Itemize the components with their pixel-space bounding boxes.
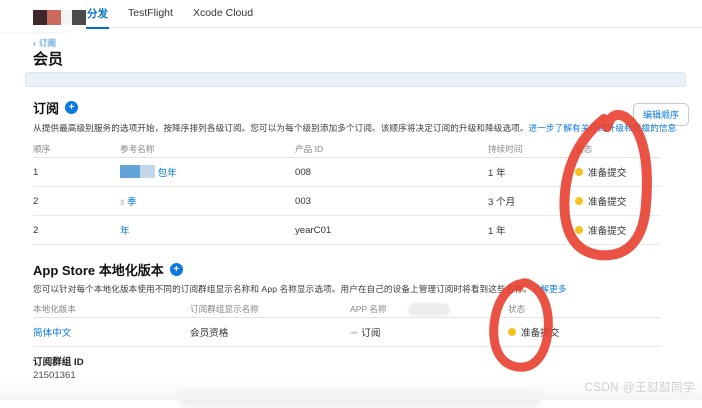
status-badge: 准备提交 — [575, 194, 661, 208]
col-display-name: 订阅群组显示名称 — [190, 303, 350, 315]
status-badge: 准备提交 — [575, 165, 661, 179]
col-localization: 本地化版本 — [33, 303, 190, 315]
product-id-value: yearC01 — [295, 225, 488, 236]
app-logo-redacted — [33, 10, 86, 25]
status-text: 准备提交 — [588, 223, 626, 237]
logo-block — [33, 10, 47, 25]
duration-value: 1 年 — [488, 165, 575, 179]
col-status: 状态 — [575, 143, 661, 155]
subscription-link[interactable]: 年 — [120, 226, 130, 237]
add-localization-button[interactable]: + — [170, 263, 183, 276]
localizations-section-heading: App Store 本地化版本 + — [33, 260, 183, 279]
tab-distribution[interactable]: 分发 — [86, 0, 109, 29]
redaction-blob — [408, 303, 450, 316]
tab-xcode-cloud[interactable]: Xcode Cloud — [192, 0, 254, 27]
col-product-id: 产品 ID — [295, 143, 488, 155]
subscriptions-section-heading: 订阅 + — [33, 98, 78, 117]
redaction-fragment: ᆂ — [350, 328, 358, 338]
localizations-description: 您可以针对每个本地化版本使用不同的订阅群组显示名称和 App 名称显示选项。用户… — [33, 283, 567, 295]
group-id-label: 订阅群组 ID — [33, 354, 84, 368]
product-id-value: 008 — [295, 167, 488, 178]
col-order: 顺序 — [33, 143, 120, 155]
top-tabbar: 分发 TestFlight Xcode Cloud — [86, 0, 702, 28]
watermark: CSDN @王怼怼同学 — [585, 379, 695, 395]
subscriptions-table-header: 顺序 参考名称 产品 ID 持续时间 状态 — [33, 140, 661, 158]
subscription-link[interactable]: 包年 — [158, 168, 177, 179]
add-subscription-button[interactable]: + — [65, 101, 78, 114]
page-title: 会员 — [33, 48, 63, 69]
logo-block — [47, 10, 61, 25]
learn-more-link[interactable]: 了解更多 — [532, 284, 567, 294]
status-text: 准备提交 — [588, 194, 626, 208]
localization-link[interactable]: 简体中文 — [33, 325, 190, 339]
subscriptions-section-title: 订阅 — [33, 98, 59, 117]
order-value: 2 — [33, 225, 120, 236]
duration-value: 1 年 — [488, 223, 575, 237]
col-reference-name: 参考名称 — [120, 143, 295, 155]
status-text: 准备提交 — [588, 165, 626, 179]
product-id-value: 003 — [295, 196, 488, 207]
subscriptions-description: 从提供最高级别服务的选项开始，按降序排列各级订阅。您可以为每个级别添加多个订阅。… — [33, 122, 676, 134]
reference-name-cell: ɜ季 — [120, 194, 295, 208]
subscriptions-table: 顺序 参考名称 产品 ID 持续时间 状态 1 包年 008 1 年 准备提交 … — [33, 140, 661, 245]
table-row: 2 年 yearC01 1 年 准备提交 — [33, 216, 661, 245]
redaction-fragment: ɜ — [120, 197, 124, 207]
subscriptions-description-text: 从提供最高级别服务的选项开始，按降序排列各级订阅。您可以为每个级别添加多个订阅。… — [33, 123, 529, 133]
localizations-description-text: 您可以针对每个本地化版本使用不同的订阅群组显示名称和 App 名称显示选项。用户… — [33, 284, 532, 294]
info-banner — [25, 72, 686, 87]
status-text: 准备提交 — [521, 325, 559, 339]
tab-testflight[interactable]: TestFlight — [127, 0, 174, 27]
logo-block — [61, 10, 72, 25]
yellow-status-dot-icon — [575, 226, 583, 234]
col-status: 状态 — [508, 303, 661, 315]
table-row: 1 包年 008 1 年 准备提交 — [33, 158, 661, 187]
chevron-left-icon: ‹ — [33, 38, 36, 48]
localizations-section-title: App Store 本地化版本 — [33, 260, 164, 279]
status-badge: 准备提交 — [575, 223, 661, 237]
col-duration: 持续时间 — [488, 143, 575, 155]
table-row: 2 ɜ季 003 3 个月 准备提交 — [33, 187, 661, 216]
reference-name-cell: 包年 — [120, 165, 295, 179]
yellow-status-dot-icon — [575, 168, 583, 176]
upgrade-downgrade-info-link[interactable]: 进一步了解有关订阅升级和降级的信息 — [529, 123, 677, 133]
localizations-table: 本地化版本 订阅群组显示名称 APP 名称 状态 简体中文 会员资格 ᆂ订阅 准… — [33, 300, 661, 347]
localizations-table-header: 本地化版本 订阅群组显示名称 APP 名称 状态 — [33, 300, 661, 318]
status-badge: 准备提交 — [508, 325, 661, 339]
app-name-cell: ᆂ订阅 — [350, 325, 508, 339]
order-value: 1 — [33, 167, 120, 178]
order-value: 2 — [33, 196, 120, 207]
logo-block — [72, 10, 86, 25]
subscription-link[interactable]: 季 — [127, 197, 137, 208]
app-name-value: 订阅 — [361, 328, 380, 339]
reference-name-cell: 年 — [120, 223, 295, 237]
display-name-value: 会员资格 — [190, 325, 350, 339]
duration-value: 3 个月 — [488, 194, 575, 208]
redaction-block — [120, 165, 155, 178]
yellow-status-dot-icon — [575, 197, 583, 205]
breadcrumb-back-label: 订阅 — [39, 38, 56, 48]
table-row: 简体中文 会员资格 ᆂ订阅 准备提交 — [33, 318, 661, 347]
yellow-status-dot-icon — [508, 328, 516, 336]
